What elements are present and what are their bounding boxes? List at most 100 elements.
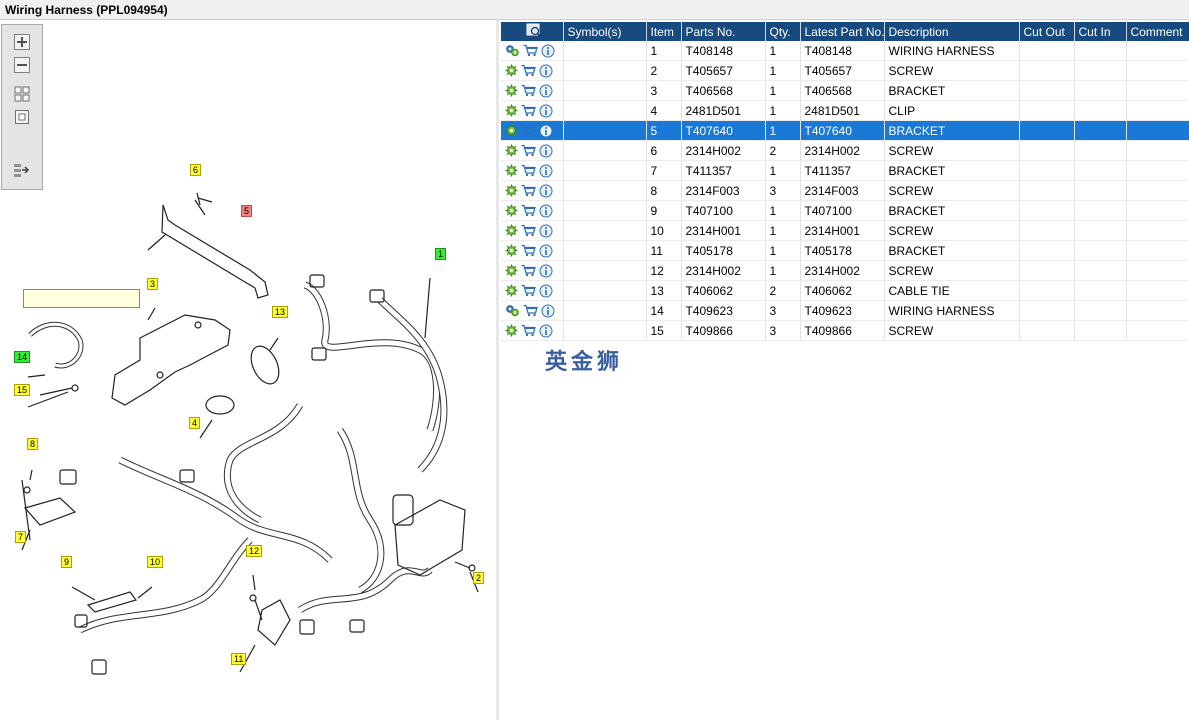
table-row[interactable]: 15 T409866 3 T409866 SCREW — [501, 320, 1189, 341]
qty-cell: 1 — [765, 200, 801, 221]
info-icon[interactable] — [539, 184, 553, 198]
gear-icon[interactable] — [505, 264, 518, 277]
gear-icon[interactable] — [505, 144, 518, 157]
gear-icon[interactable] — [505, 224, 518, 237]
callout-1[interactable]: 1 — [435, 248, 447, 260]
multi-gear-icon[interactable] — [505, 304, 520, 317]
callout-10[interactable]: 10 — [147, 556, 164, 568]
info-icon[interactable] — [541, 44, 555, 58]
cart-icon[interactable] — [521, 124, 536, 137]
callout-7[interactable]: 7 — [15, 531, 27, 543]
latest-part-number-cell: T407640 — [800, 120, 885, 141]
cart-icon[interactable] — [521, 164, 536, 177]
gear-icon[interactable] — [505, 124, 518, 137]
latest-part-number-cell: 2314H002 — [800, 260, 885, 281]
info-icon[interactable] — [539, 324, 553, 338]
table-row[interactable]: 11 T405178 1 T405178 BRACKET — [501, 240, 1189, 261]
info-icon[interactable] — [539, 144, 553, 158]
callout-2[interactable]: 2 — [473, 572, 485, 584]
cart-icon[interactable] — [521, 324, 536, 337]
info-icon[interactable] — [539, 164, 553, 178]
row-actions-cell — [501, 260, 564, 281]
callout-6[interactable]: 6 — [190, 164, 202, 176]
gear-icon[interactable] — [505, 164, 518, 177]
cut-out-cell — [1019, 41, 1075, 61]
cart-icon[interactable] — [521, 184, 536, 197]
window-title: Wiring Harness (PPL094954) — [5, 3, 168, 17]
table-row[interactable]: 8 2314F003 3 2314F003 SCREW — [501, 180, 1189, 201]
column-header-parts-no[interactable]: Parts No. — [681, 22, 766, 41]
info-icon[interactable] — [539, 244, 553, 258]
info-icon[interactable] — [539, 84, 553, 98]
gear-icon[interactable] — [505, 324, 518, 337]
table-row[interactable]: 13 T406062 2 T406062 CABLE TIE — [501, 280, 1189, 301]
column-header-description[interactable]: Description — [884, 22, 1020, 41]
table-row[interactable]: 14 T409623 3 T409623 WIRING HARNESS — [501, 300, 1189, 321]
row-actions-cell — [501, 240, 564, 261]
info-icon[interactable] — [539, 284, 553, 298]
table-row[interactable]: 1 T408148 1 T408148 WIRING HARNESS — [501, 41, 1189, 61]
cart-icon[interactable] — [521, 224, 536, 237]
callout-15[interactable]: 15 — [14, 384, 31, 396]
column-header-item[interactable]: Item — [646, 22, 682, 41]
callout-5[interactable]: 5 — [241, 205, 253, 217]
cart-icon[interactable] — [521, 264, 536, 277]
gear-icon[interactable] — [505, 104, 518, 117]
table-row[interactable]: 4 2481D501 1 2481D501 CLIP — [501, 100, 1189, 121]
info-icon[interactable] — [539, 224, 553, 238]
cart-icon[interactable] — [523, 304, 538, 317]
gear-icon[interactable] — [505, 284, 518, 297]
column-header-latest-part-no[interactable]: Latest Part No. — [800, 22, 885, 41]
callout-3[interactable]: 3 — [147, 278, 159, 290]
cart-icon[interactable] — [521, 64, 536, 77]
info-icon[interactable] — [539, 124, 553, 138]
table-row[interactable]: 3 T406568 1 T406568 BRACKET — [501, 80, 1189, 101]
table-row[interactable]: 5 T407640 1 T407640 BRACKET — [501, 120, 1189, 141]
multi-gear-icon[interactable] — [505, 44, 520, 57]
callout-14[interactable]: 14 — [14, 351, 31, 363]
cart-icon[interactable] — [521, 244, 536, 257]
cart-icon[interactable] — [521, 144, 536, 157]
callout-9[interactable]: 9 — [61, 556, 73, 568]
column-header-actions[interactable] — [501, 22, 564, 41]
table-row[interactable]: 2 T405657 1 T405657 SCREW — [501, 60, 1189, 81]
callout-8[interactable]: 8 — [27, 438, 39, 450]
table-row[interactable]: 10 2314H001 1 2314H001 SCREW — [501, 220, 1189, 241]
info-icon[interactable] — [539, 264, 553, 278]
part-number-cell: T407640 — [681, 120, 766, 141]
table-row[interactable]: 12 2314H002 1 2314H002 SCREW — [501, 260, 1189, 281]
part-number-cell: 2314H002 — [681, 260, 766, 281]
column-header-cut-in[interactable]: Cut In — [1074, 22, 1127, 41]
table-row[interactable]: 9 T407100 1 T407100 BRACKET — [501, 200, 1189, 221]
gear-icon[interactable] — [505, 64, 518, 77]
callout-4[interactable]: 4 — [189, 417, 201, 429]
part-number-cell: T409623 — [681, 300, 766, 321]
gear-icon[interactable] — [505, 84, 518, 97]
cart-icon[interactable] — [521, 204, 536, 217]
callout-13[interactable]: 13 — [272, 306, 289, 318]
column-header-symbols[interactable]: Symbol(s) — [563, 22, 647, 41]
cart-icon[interactable] — [521, 284, 536, 297]
info-icon[interactable] — [541, 304, 555, 318]
column-header-cut-out[interactable]: Cut Out — [1019, 22, 1075, 41]
info-icon[interactable] — [539, 104, 553, 118]
description-cell: CLIP — [884, 100, 1020, 121]
table-row[interactable]: 6 2314H002 2 2314H002 SCREW — [501, 140, 1189, 161]
column-header-qty[interactable]: Qty. — [765, 22, 801, 41]
table-row[interactable]: 7 T411357 1 T411357 BRACKET — [501, 160, 1189, 181]
gear-icon[interactable] — [505, 204, 518, 217]
gear-icon[interactable] — [505, 184, 518, 197]
callout-12[interactable]: 12 — [246, 545, 263, 557]
column-header-comment[interactable]: Comment — [1126, 22, 1189, 41]
symbols-cell — [563, 120, 647, 141]
cart-icon[interactable] — [523, 44, 538, 57]
find-in-diagram-icon[interactable] — [526, 23, 542, 38]
cart-icon[interactable] — [521, 84, 536, 97]
info-icon[interactable] — [539, 204, 553, 218]
info-icon[interactable] — [539, 64, 553, 78]
comment-cell — [1126, 240, 1189, 261]
part-number-cell: 2314F003 — [681, 180, 766, 201]
gear-icon[interactable] — [505, 244, 518, 257]
cart-icon[interactable] — [521, 104, 536, 117]
callout-11[interactable]: 11 — [231, 653, 247, 665]
